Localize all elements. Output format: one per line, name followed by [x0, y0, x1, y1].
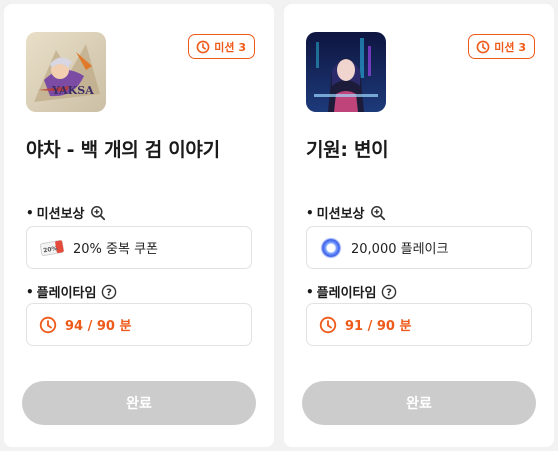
complete-button[interactable]: 완료	[302, 381, 536, 425]
playtime-value: 91 / 90 분	[345, 319, 412, 334]
playtime-label: 플레이타임	[36, 286, 97, 301]
svg-text:YAKSA: YAKSA	[51, 84, 94, 97]
bullet: •	[26, 284, 34, 299]
bullet: •	[306, 205, 314, 220]
playtime-value: 94 / 90 분	[65, 319, 132, 334]
clock-icon	[196, 40, 210, 53]
mission-badge: 미션 3	[468, 34, 535, 59]
clock-icon	[476, 40, 490, 53]
clock-icon	[39, 316, 57, 333]
reward-label: 미션보상	[316, 207, 365, 222]
playtime-section-label: • 플레이타임 ?	[306, 282, 397, 301]
reward-text: 20,000 플레이크	[351, 242, 449, 257]
zoom-in-icon[interactable]	[90, 205, 106, 221]
flake-ring-icon	[320, 237, 342, 258]
playtime-section-label: • 플레이타임 ?	[26, 282, 117, 301]
help-icon[interactable]: ?	[381, 284, 397, 300]
reward-section-label: • 미션보상	[306, 203, 386, 222]
game-art-yasha: YAKSA	[26, 32, 106, 112]
bullet: •	[26, 205, 34, 220]
complete-button[interactable]: 완료	[22, 381, 256, 425]
badge-label: 미션 3	[494, 40, 526, 54]
badge-label: 미션 3	[214, 40, 246, 54]
playtime-label: 플레이타임	[316, 286, 377, 301]
game-art-origin	[306, 32, 386, 112]
svg-text:?: ?	[387, 287, 393, 298]
mission-card: YAKSA 미션 3 야차 - 백 개의 검 이야기 • 미션보상 20% 20…	[4, 4, 274, 447]
game-title: 기원: 변이	[306, 139, 389, 161]
reward-label: 미션보상	[36, 207, 85, 222]
playtime-box: 91 / 90 분	[306, 303, 532, 346]
help-icon[interactable]: ?	[101, 284, 117, 300]
game-title: 야차 - 백 개의 검 이야기	[26, 139, 220, 161]
clock-icon	[319, 316, 337, 333]
reward-box: 20,000 플레이크	[306, 226, 532, 269]
mission-badge: 미션 3	[188, 34, 255, 59]
mission-card: 미션 3 기원: 변이 • 미션보상 20,000 플레이크 • 플레이타임 ?…	[284, 4, 554, 447]
reward-text: 20% 중복 쿠폰	[73, 242, 158, 257]
bullet: •	[306, 284, 314, 299]
game-thumbnail[interactable]: YAKSA	[26, 32, 106, 112]
coupon-icon: 20%	[39, 239, 65, 256]
game-thumbnail[interactable]	[306, 32, 386, 112]
playtime-box: 94 / 90 분	[26, 303, 252, 346]
reward-box: 20% 20% 중복 쿠폰	[26, 226, 252, 269]
svg-text:?: ?	[107, 287, 113, 298]
zoom-in-icon[interactable]	[370, 205, 386, 221]
reward-section-label: • 미션보상	[26, 203, 106, 222]
